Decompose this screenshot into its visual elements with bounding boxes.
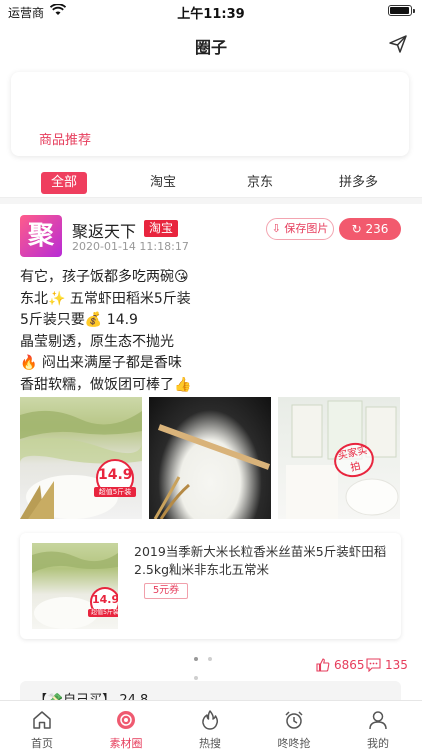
- recommend-banner[interactable]: 商品推荐: [11, 72, 409, 156]
- tabbar-label: 咚咚抢: [277, 737, 311, 750]
- avatar[interactable]: 聚: [20, 215, 62, 257]
- post-line: 晶莹剔透，原生态不抛光: [20, 333, 174, 350]
- carousel-dot: [208, 657, 212, 661]
- recommend-label: 商品推荐: [39, 133, 92, 148]
- post-author: 聚返天下: [72, 222, 137, 241]
- user-icon: [368, 710, 388, 730]
- post-line: 5斤装只要💰 14.9: [20, 312, 138, 328]
- thumb-price-sub: 超值5斤装: [88, 609, 118, 617]
- divider: [0, 198, 422, 204]
- price-value: 14.9: [98, 467, 133, 483]
- coupon-tag[interactable]: 5元券: [144, 583, 188, 599]
- post-content: 有它，孩子饭都多吃两碗😘 东北✨ 五常虾田稻米5斤装 5斤装只要💰 14.9 晶…: [20, 267, 400, 396]
- price-sub: 超值5斤装: [94, 487, 136, 497]
- post-image-rice-bowl[interactable]: [149, 397, 271, 519]
- thumbs-up-icon: [316, 658, 330, 672]
- product-card[interactable]: 14.9 超值5斤装 2019当季新大米长粒香米丝苗米5斤装虾田稻2.5kg籼米…: [20, 533, 401, 639]
- battery-icon: [388, 5, 415, 16]
- circle-icon: [116, 710, 136, 730]
- share-button[interactable]: ↻ 236: [339, 218, 401, 240]
- platform-tabs: 全部 淘宝 京东 拼多多: [0, 168, 422, 198]
- comment-stat[interactable]: 135: [366, 657, 408, 673]
- tabbar-mine[interactable]: 我的: [336, 701, 420, 750]
- price-badge: 14.9 超值5斤装: [94, 459, 136, 497]
- like-stat[interactable]: 6865: [316, 657, 365, 673]
- tab-all[interactable]: 全部: [41, 172, 88, 194]
- home-icon: [32, 710, 52, 730]
- post-line: 东北✨ 五常虾田稻米5斤装: [20, 290, 191, 307]
- like-count: 6865: [334, 658, 365, 672]
- tab-pinduoduo[interactable]: 拼多多: [339, 172, 378, 194]
- share-count: 236: [365, 222, 389, 236]
- tabbar-label: 热搜: [199, 737, 221, 750]
- tabbar-hot-search[interactable]: 热搜: [168, 701, 252, 750]
- comment-count: 135: [385, 658, 408, 672]
- post-line: 🔥 闷出来满屋子都是香味: [20, 355, 182, 371]
- save-image-button[interactable]: ⇩ 保存图片: [266, 218, 334, 240]
- product-thumbnail: 14.9 超值5斤装: [32, 543, 118, 629]
- status-bar: 运营商 上午11:39: [0, 0, 422, 22]
- platform-badge: 淘宝: [144, 220, 179, 237]
- comment-icon: [366, 658, 381, 673]
- thumb-price-value: 14.9: [92, 593, 118, 606]
- carousel-dots: [194, 646, 234, 680]
- post-card: 聚 聚返天下 淘宝 2020-01-14 11:18:17 ⇩ 保存图片 ↻ 2…: [10, 205, 412, 721]
- bottom-tab-bar: 首页 素材圈 热搜 咚咚抢 我的: [0, 700, 422, 750]
- nav-bar: 圈子: [0, 28, 422, 62]
- fire-icon: [200, 710, 220, 730]
- post-timestamp: 2020-01-14 11:18:17: [72, 240, 189, 253]
- share-icon: ↻: [351, 222, 362, 236]
- product-title: 2019当季新大米长粒香米丝苗米5斤装虾田稻2.5kg籼米非东北五常米: [134, 544, 387, 577]
- post-line: 有它，孩子饭都多吃两碗😘: [20, 269, 189, 285]
- tabbar-flash-sale[interactable]: 咚咚抢: [252, 701, 336, 750]
- status-time: 上午11:39: [177, 7, 245, 22]
- tab-taobao[interactable]: 淘宝: [150, 172, 176, 194]
- send-icon[interactable]: [388, 34, 408, 54]
- save-image-label: 保存图片: [284, 222, 329, 235]
- tabbar-label: 首页: [31, 737, 53, 750]
- carousel-dot: [194, 657, 198, 661]
- thumb-price-badge: 14.9 超值5斤装: [88, 587, 118, 617]
- carousel-dot: [194, 676, 198, 680]
- tabbar-home[interactable]: 首页: [0, 701, 84, 750]
- tabbar-label: 我的: [367, 737, 389, 750]
- tabbar-label: 素材圈: [109, 737, 143, 750]
- tab-jd[interactable]: 京东: [247, 172, 273, 194]
- download-icon: ⇩: [271, 222, 281, 235]
- post-image-rice-package[interactable]: 买家实拍: [278, 397, 400, 519]
- alarm-clock-icon: [284, 710, 304, 730]
- page-title: 圈子: [194, 38, 227, 57]
- tabbar-material-circle[interactable]: 素材圈: [84, 701, 168, 750]
- post-line: 香甜软糯，做饭团可棒了👍: [20, 376, 192, 393]
- post-image-rice-field[interactable]: 14.9 超值5斤装: [20, 397, 142, 519]
